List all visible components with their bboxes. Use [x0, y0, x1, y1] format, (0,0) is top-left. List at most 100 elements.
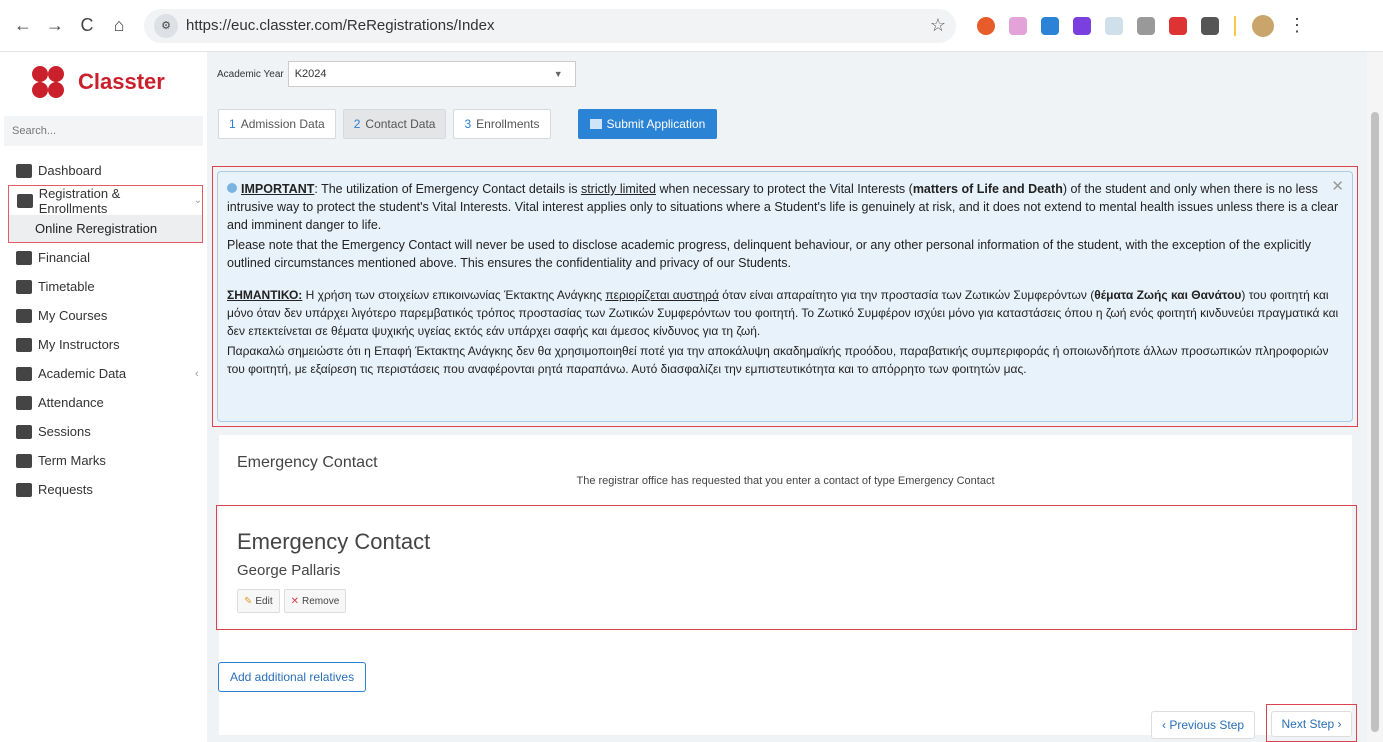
profile-avatar[interactable]: [1252, 14, 1274, 37]
sidebar-item-financial[interactable]: Financial: [0, 243, 207, 272]
sidebar-item-label: Sessions: [38, 424, 91, 439]
notice-underlined: strictly limited: [580, 182, 656, 196]
classter-logo-icon: [30, 64, 66, 100]
notice-gr-paragraph-1: ΣΗΜΑΝΤΙΚΟ: Η χρήση των στοιχείων επικοιν…: [227, 286, 1343, 340]
extension-icon[interactable]: [977, 16, 995, 35]
forward-icon[interactable]: →: [42, 13, 68, 39]
step-number: 1: [229, 117, 236, 131]
calendar-icon: [16, 279, 32, 294]
next-step-highlight: Next Step ›: [1266, 704, 1357, 742]
monitor-icon: [16, 163, 32, 178]
notice-gr-paragraph-2: Παρακαλώ σημειώστε ότι η Επαφή Έκτακτης …: [227, 344, 1329, 376]
edit-label: Edit: [255, 595, 273, 607]
back-icon[interactable]: ←: [10, 13, 36, 39]
contact-name: George Pallaris: [237, 562, 341, 579]
notice-text: όταν είναι απαραίτητο για την προστασία …: [718, 288, 1095, 302]
wizard-steps: 1 Admission Data 2 Contact Data 3 Enroll…: [207, 96, 1367, 144]
extension-icon[interactable]: [1073, 16, 1091, 35]
notice-text: when necessary to protect the Vital Inte…: [655, 182, 913, 196]
step-number: 2: [353, 117, 361, 131]
submit-application-button[interactable]: Submit Application: [577, 109, 718, 139]
extensions-bar: ⋮: [970, 14, 1306, 37]
notice-gr-heading: ΣΗΜΑΝΤΙΚΟ:: [227, 288, 303, 302]
sidebar-item-my-instructors[interactable]: My Instructors: [0, 330, 207, 359]
sidebar-search-input[interactable]: Search...: [4, 116, 203, 146]
emergency-contact-panel: Emergency Contact The registrar office h…: [216, 435, 1357, 735]
sidebar-item-label: Financial: [38, 250, 91, 265]
sidebar-item-attendance[interactable]: Attendance: [0, 388, 207, 417]
caret-down-icon: ▼: [553, 69, 563, 79]
sidebar-item-label: Registration & Enrollments: [38, 185, 121, 216]
address-bar[interactable]: ⚙ https://euc.classter.com/ReRegistratio…: [144, 8, 956, 43]
reload-icon[interactable]: C: [74, 13, 100, 39]
browser-toolbar: ← → C ⌂ ⚙ https://euc.classter.com/ReReg…: [0, 0, 1383, 52]
marks-icon: [16, 453, 32, 468]
chevron-down-icon: ⌄: [193, 195, 202, 206]
notice-underlined: περιορίζεται αυστηρά: [605, 288, 719, 302]
user-check-icon: [16, 395, 32, 410]
sidebar-item-label: Academic Data: [38, 366, 127, 381]
sidebar-item-registration[interactable]: Registration & Enrollments ⌄: [9, 185, 202, 216]
bookmark-star-icon[interactable]: ☆: [930, 15, 946, 36]
extension-icon[interactable]: [1105, 16, 1123, 35]
presentation-icon: [16, 424, 32, 439]
remove-contact-button[interactable]: ✕ Remove: [283, 589, 347, 613]
sidebar-item-my-courses[interactable]: My Courses: [0, 301, 207, 330]
academic-year-select[interactable]: K2024 ▼: [287, 61, 576, 87]
browser-menu-icon[interactable]: ⋮: [1288, 15, 1306, 36]
step-admission-data[interactable]: 1 Admission Data: [218, 109, 336, 139]
users-icon: [16, 337, 32, 352]
sidebar-item-timetable[interactable]: Timetable: [0, 272, 207, 301]
step-number: 3: [464, 117, 472, 131]
notice-en-paragraph-2: Please note that the Emergency Contact w…: [227, 238, 1311, 270]
puzzle-icon[interactable]: [1201, 16, 1219, 35]
academic-year-value: K2024: [294, 68, 327, 80]
emergency-contact-note: The registrar office has requested that …: [576, 475, 995, 487]
info-icon: [227, 183, 237, 193]
edit-contact-button[interactable]: ✎ Edit: [237, 589, 280, 613]
academic-year-bar: Academic Year K2024 ▼: [207, 52, 1367, 96]
extension-icon[interactable]: [1041, 16, 1059, 35]
step-label: Enrollments: [476, 117, 540, 131]
extension-icon[interactable]: [1009, 16, 1027, 35]
list-icon: [589, 119, 602, 129]
sidebar-collapse-icon[interactable]: ‹: [195, 368, 199, 380]
notice-en-heading: IMPORTANT: [241, 182, 315, 196]
sidebar-item-label: Dashboard: [38, 163, 102, 178]
add-relatives-button[interactable]: Add additional relatives: [218, 662, 367, 692]
close-icon[interactable]: ✕: [1331, 178, 1344, 196]
scrollbar-thumb[interactable]: [1371, 112, 1379, 732]
books-icon: [16, 308, 32, 323]
next-step-button[interactable]: Next Step ›: [1271, 711, 1352, 737]
sidebar-item-label: My Instructors: [38, 337, 120, 352]
important-notice-highlight: ✕ IMPORTANT: The utilization of Emergenc…: [212, 166, 1358, 427]
remove-label: Remove: [302, 595, 340, 607]
sidebar-item-label: Online Reregistration: [35, 221, 158, 236]
id-card-icon: [16, 366, 32, 381]
site-settings-icon[interactable]: ⚙: [154, 13, 178, 38]
sidebar-item-academic-data[interactable]: Academic Data: [0, 359, 207, 388]
previous-step-button[interactable]: ‹ Previous Step: [1151, 711, 1256, 739]
notice-text: : The utilization of Emergency Contact d…: [314, 182, 581, 196]
step-contact-data[interactable]: 2 Contact Data: [342, 109, 447, 139]
sidebar-item-dashboard[interactable]: Dashboard: [0, 156, 207, 185]
extension-icon[interactable]: [1169, 16, 1187, 35]
step-enrollments[interactable]: 3 Enrollments: [453, 109, 551, 139]
brand[interactable]: Classter: [0, 52, 207, 102]
sidebar-item-requests[interactable]: Requests: [0, 475, 207, 504]
url-text[interactable]: https://euc.classter.com/ReRegistrations…: [186, 17, 494, 34]
home-icon[interactable]: ⌂: [106, 13, 132, 39]
sidebar-item-term-marks[interactable]: Term Marks: [0, 446, 207, 475]
academic-year-label: Academic Year: [217, 68, 284, 80]
sidebar-item-sessions[interactable]: Sessions: [0, 417, 207, 446]
camera-icon[interactable]: [1137, 16, 1155, 35]
contact-card-title: Emergency Contact: [237, 529, 431, 554]
step-label: Contact Data: [365, 117, 436, 131]
sidebar-item-online-reregistration[interactable]: Online Reregistration: [9, 215, 202, 242]
sidebar-item-label: Timetable: [38, 279, 95, 294]
page-scrollbar[interactable]: [1367, 52, 1383, 742]
pencil-icon: ✎: [244, 595, 253, 607]
institution-icon: [17, 193, 33, 208]
sidebar-item-label: My Courses: [38, 308, 108, 323]
main-content: Academic Year K2024 ▼ 1 Admission Data 2…: [207, 52, 1367, 742]
